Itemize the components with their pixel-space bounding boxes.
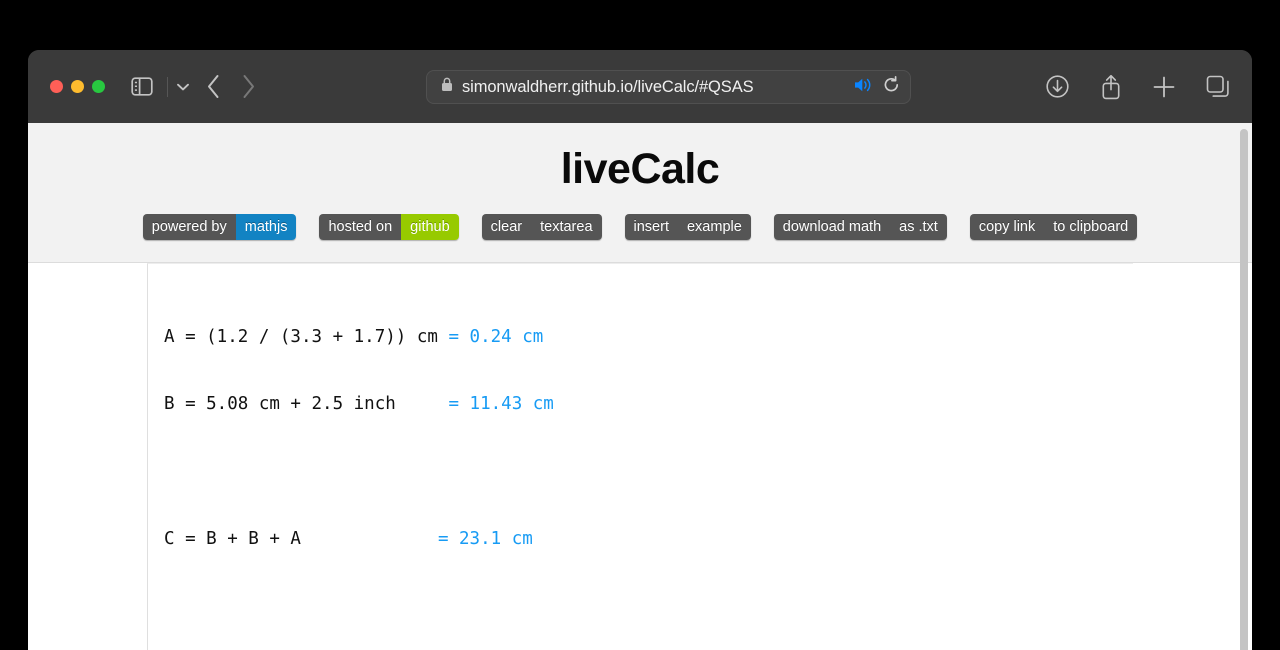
window-controls [50, 80, 105, 93]
calc-line: B = 5.08 cm + 2.5 inch = 11.43 cm [164, 393, 1133, 415]
calc-blank-line [164, 595, 1133, 617]
badge-right-label: as .txt [890, 214, 947, 241]
calc-result: = 23.1 cm [437, 528, 533, 549]
page-scrollbar-thumb[interactable] [1240, 129, 1248, 650]
calc-expression: C = B + B + A [164, 528, 438, 549]
lock-icon [441, 77, 453, 97]
url-text[interactable]: simonwaldherr.github.io/liveCalc/#QSAS [462, 78, 850, 97]
browser-window: simonwaldherr.github.io/liveCalc/#QSAS l… [28, 50, 1252, 650]
badge-right-label: github [401, 214, 459, 241]
forward-arrow-icon[interactable] [241, 74, 256, 99]
page-viewport: liveCalc powered by mathjs hosted on git… [28, 123, 1252, 650]
calc-expression: B = 5.08 cm + 2.5 inch [164, 394, 449, 415]
calc-expression: A = (1.2 / (3.3 + 1.7)) cm [164, 326, 449, 347]
badge-left-label: download math [773, 214, 891, 241]
insert-example-badge[interactable]: insert example [624, 214, 751, 241]
page-header: liveCalc powered by mathjs hosted on git… [28, 123, 1252, 264]
badge-left-label: powered by [142, 214, 236, 241]
clear-textarea-badge[interactable]: clear textarea [481, 214, 602, 241]
toolbar-divider [167, 76, 168, 97]
content-left-gutter [28, 263, 147, 650]
badge-left-label: insert [624, 214, 678, 241]
calc-line: C = B + B + A = 23.1 cm [164, 528, 1133, 550]
plus-icon[interactable] [1152, 75, 1176, 99]
calc-textarea[interactable]: A = (1.2 / (3.3 + 1.7)) cm = 0.24 cm B =… [147, 263, 1133, 650]
download-math-as-txt-badge[interactable]: download math as .txt [773, 214, 947, 241]
badge-left-label: hosted on [319, 214, 402, 241]
zoom-button[interactable] [92, 80, 105, 93]
reload-icon[interactable] [883, 75, 900, 99]
tab-overview-icon[interactable] [1206, 75, 1230, 99]
minimize-button[interactable] [71, 80, 84, 93]
badge-right-label: mathjs [235, 214, 297, 241]
badge-row: powered by mathjs hosted on github clear… [28, 214, 1252, 241]
copy-link-to-clipboard-badge[interactable]: copy link to clipboard [969, 214, 1138, 241]
calc-blank-line [164, 460, 1133, 482]
badge-left-label: clear [481, 214, 532, 241]
calc-result: = 11.43 cm [448, 394, 554, 415]
page-title: liveCalc [560, 145, 720, 193]
page-scrollbar[interactable] [1240, 129, 1248, 650]
speaker-icon[interactable] [854, 77, 873, 98]
badge-right-label: example [677, 214, 751, 241]
toolbar-right-icons [1045, 50, 1230, 123]
content-area: A = (1.2 / (3.3 + 1.7)) cm = 0.24 cm B =… [28, 263, 1252, 650]
badge-right-label: textarea [531, 214, 602, 241]
browser-toolbar: simonwaldherr.github.io/liveCalc/#QSAS [28, 50, 1252, 123]
share-icon[interactable] [1100, 74, 1122, 100]
badge-left-label: copy link [969, 214, 1045, 241]
calc-line: A = (1.2 / (3.3 + 1.7)) cm = 0.24 cm [164, 326, 1133, 348]
hosted-on-github-badge[interactable]: hosted on github [319, 214, 459, 241]
chevron-down-icon[interactable] [176, 82, 190, 92]
close-button[interactable] [50, 80, 63, 93]
downloads-icon[interactable] [1045, 74, 1070, 99]
calc-result: = 0.24 cm [448, 326, 544, 347]
sidebar-toggle-icon[interactable] [131, 77, 153, 96]
address-bar[interactable]: simonwaldherr.github.io/liveCalc/#QSAS [426, 70, 911, 104]
powered-by-mathjs-badge[interactable]: powered by mathjs [142, 214, 297, 241]
back-arrow-icon[interactable] [206, 74, 221, 99]
badge-right-label: to clipboard [1044, 214, 1138, 241]
